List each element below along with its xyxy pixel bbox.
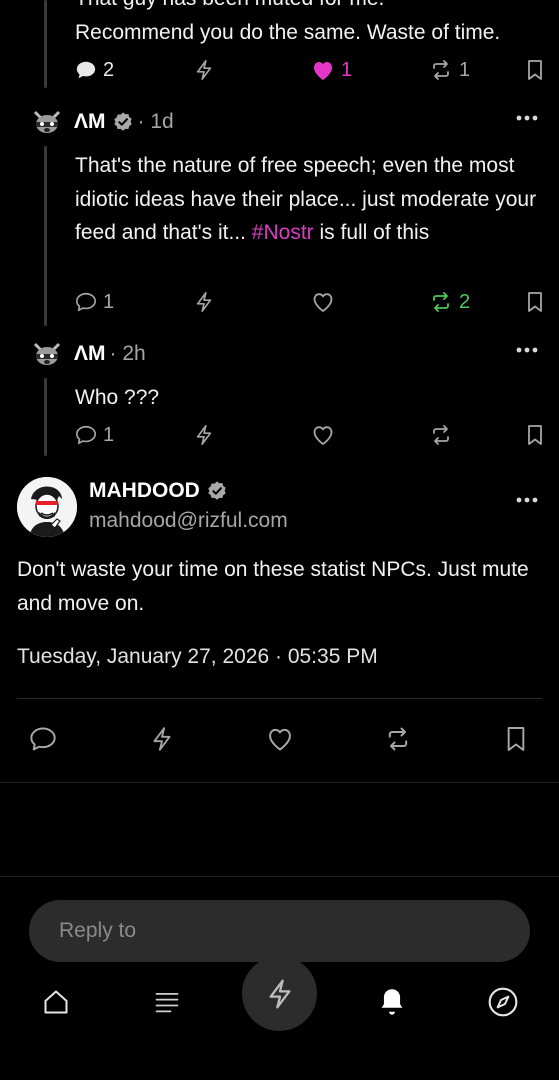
post-text: Who ??? bbox=[75, 386, 160, 409]
zap-button[interactable] bbox=[193, 55, 215, 85]
repost-button[interactable]: 2 bbox=[429, 287, 470, 317]
heart-icon bbox=[313, 293, 333, 312]
more-icon[interactable] bbox=[515, 113, 539, 123]
repost-count: 1 bbox=[459, 58, 471, 81]
reply-count: 1 bbox=[103, 290, 115, 313]
zap-button[interactable] bbox=[193, 287, 215, 317]
post-actions: 1 bbox=[60, 420, 555, 450]
heart-icon bbox=[313, 426, 333, 445]
zap-button[interactable] bbox=[146, 720, 178, 758]
reply-button[interactable]: 1 bbox=[75, 287, 114, 317]
post-text-tail: is full of this bbox=[313, 221, 430, 244]
post-actions: 1 2 bbox=[60, 287, 555, 317]
main-post-actions bbox=[0, 720, 559, 758]
bookmark-icon bbox=[528, 60, 542, 80]
repost-count: 2 bbox=[459, 290, 471, 313]
verified-icon bbox=[112, 111, 134, 133]
repost-button[interactable] bbox=[382, 720, 414, 758]
nav-notifications[interactable] bbox=[374, 984, 410, 1020]
like-count: 1 bbox=[341, 58, 353, 81]
bookmark-button[interactable] bbox=[526, 420, 544, 450]
divider bbox=[0, 876, 559, 877]
zap-icon bbox=[196, 60, 212, 80]
verified-icon bbox=[206, 480, 228, 502]
post-text: Recommend you do the same. Waste of time… bbox=[75, 21, 501, 44]
repost-button[interactable] bbox=[429, 420, 453, 450]
avatar-large[interactable] bbox=[17, 477, 77, 537]
post-author-row: ΛM 1d bbox=[30, 105, 174, 139]
bookmark-icon bbox=[528, 425, 542, 445]
author-name[interactable]: MAHDOOD bbox=[89, 479, 200, 503]
zap-button[interactable] bbox=[193, 420, 215, 450]
heart-icon bbox=[269, 728, 291, 751]
like-button[interactable] bbox=[311, 420, 335, 450]
more-icon[interactable] bbox=[515, 495, 539, 505]
reply-placeholder: Reply to bbox=[59, 919, 137, 942]
reply-button[interactable] bbox=[27, 720, 59, 758]
bookmark-button[interactable] bbox=[526, 287, 544, 317]
zap-icon bbox=[269, 979, 290, 1008]
post-text: That's the nature of free speech; even t… bbox=[75, 149, 545, 250]
repost-button[interactable]: 1 bbox=[429, 55, 470, 85]
like-button[interactable] bbox=[264, 720, 296, 758]
author-name[interactable]: ΛM bbox=[74, 342, 106, 366]
zap-icon bbox=[196, 292, 212, 312]
repost-icon bbox=[433, 60, 449, 80]
post-actions: 2 1 1 bbox=[60, 55, 555, 85]
repost-icon bbox=[433, 425, 449, 445]
post-time: 1d bbox=[138, 110, 173, 134]
reply-icon bbox=[76, 425, 96, 445]
bookmark-button[interactable] bbox=[526, 55, 544, 85]
reply-count: 1 bbox=[103, 423, 115, 446]
post-time: 2h bbox=[110, 342, 145, 366]
reply-button[interactable]: 1 bbox=[75, 420, 114, 450]
like-button[interactable]: 1 bbox=[311, 55, 352, 85]
avatar[interactable] bbox=[30, 105, 64, 139]
post-text-partial: That guy has been muted for me. bbox=[75, 0, 545, 16]
repost-icon bbox=[388, 727, 408, 751]
zap-icon bbox=[153, 727, 171, 751]
thread-line bbox=[44, 146, 47, 326]
hashtag-link[interactable]: #Nostr bbox=[252, 221, 314, 244]
author-handle[interactable]: mahdood@rizful.com bbox=[89, 509, 288, 533]
zap-fab[interactable] bbox=[242, 956, 317, 1031]
zap-icon bbox=[196, 425, 212, 445]
compass-icon bbox=[488, 987, 518, 1017]
like-button[interactable] bbox=[311, 287, 335, 317]
bottom-nav bbox=[0, 956, 559, 1080]
bookmark-icon bbox=[528, 292, 542, 312]
bell-icon bbox=[381, 989, 403, 1015]
thread-line bbox=[44, 378, 47, 456]
post-datetime: Tuesday, January 27, 2026 · 05:35 PM bbox=[17, 645, 378, 668]
reply-input[interactable]: Reply to bbox=[29, 900, 530, 962]
reply-button[interactable]: 2 bbox=[75, 55, 114, 85]
nav-explore[interactable] bbox=[485, 984, 521, 1020]
bookmark-icon bbox=[507, 727, 525, 751]
main-post-text: Don't waste your time on these statist N… bbox=[17, 558, 529, 615]
reply-icon bbox=[30, 727, 56, 751]
heart-icon bbox=[314, 62, 332, 80]
nav-feed[interactable] bbox=[149, 984, 185, 1020]
feed-icon bbox=[155, 992, 179, 1013]
divider bbox=[0, 782, 559, 783]
reply-count: 2 bbox=[103, 58, 115, 81]
home-icon bbox=[44, 990, 68, 1014]
reply-icon bbox=[76, 61, 96, 79]
author-row: MAHDOOD bbox=[89, 477, 228, 505]
author-name[interactable]: ΛM bbox=[74, 110, 106, 134]
avatar[interactable] bbox=[30, 337, 64, 371]
nav-home[interactable] bbox=[38, 984, 74, 1020]
reply-icon bbox=[76, 292, 96, 312]
more-icon[interactable] bbox=[515, 345, 539, 355]
thread-line bbox=[44, 0, 47, 88]
repost-icon bbox=[433, 292, 449, 312]
divider bbox=[17, 698, 542, 699]
bookmark-button[interactable] bbox=[500, 720, 532, 758]
post-author-row: ΛM 2h bbox=[30, 337, 146, 371]
